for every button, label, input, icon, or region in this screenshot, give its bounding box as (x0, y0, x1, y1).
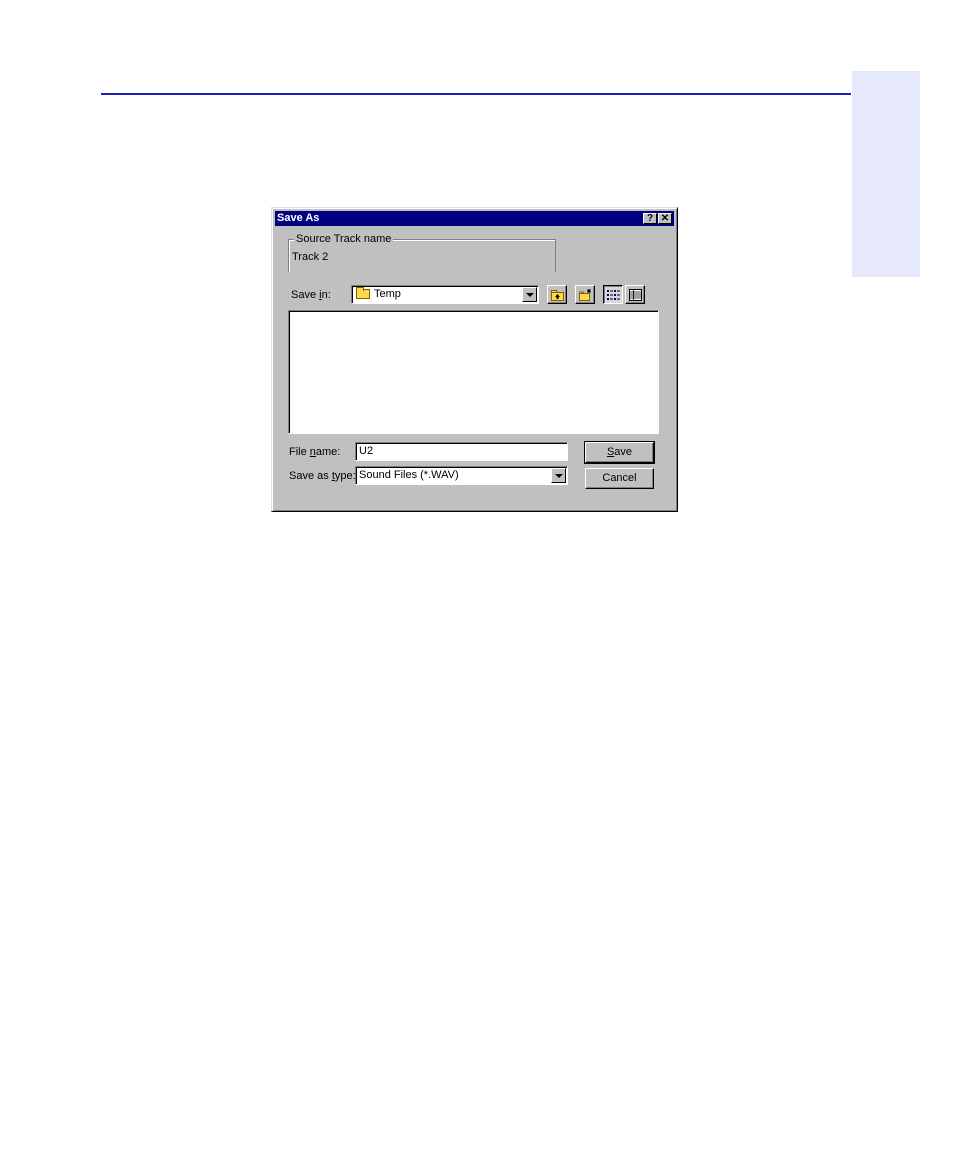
source-track-group: Source Track name Track 2 (288, 233, 556, 272)
save-as-type-label: Save as type: (289, 470, 356, 483)
up-one-level-icon (551, 290, 564, 301)
file-name-label-post: ame: (315, 446, 341, 458)
folder-icon (356, 287, 370, 299)
page-header-rule (101, 93, 851, 95)
file-list[interactable] (288, 310, 659, 434)
file-name-input[interactable]: U2 (355, 442, 568, 461)
save-in-label: Save in: (291, 289, 331, 302)
create-new-folder-button[interactable] (575, 285, 595, 304)
up-one-level-button[interactable] (547, 285, 567, 304)
title-bar[interactable]: Save As ? ✕ (275, 211, 674, 226)
save-as-type-dropdown[interactable]: Sound Files (*.WAV) (355, 466, 568, 485)
save-as-type-label-pre: Save as (289, 470, 332, 482)
save-in-value: Temp (374, 288, 401, 300)
details-view-button[interactable] (625, 285, 645, 304)
chapter-side-tab (852, 71, 920, 277)
create-new-folder-icon (579, 289, 591, 301)
save-as-type-value: Sound Files (*.WAV) (359, 469, 459, 481)
file-name-value: U2 (359, 445, 374, 457)
save-button-rest: ave (614, 446, 633, 458)
file-name-label-pre: File (289, 446, 310, 458)
close-button[interactable]: ✕ (658, 213, 672, 224)
save-in-label-pre: Save (291, 289, 320, 301)
save-in-dropdown-arrow[interactable] (522, 287, 537, 302)
file-name-label: File name: (289, 446, 340, 459)
source-track-value: Track 2 (292, 251, 329, 263)
cancel-button[interactable]: Cancel (585, 468, 654, 489)
help-button[interactable]: ? (643, 213, 657, 224)
list-view-button[interactable] (603, 285, 623, 304)
save-in-dropdown[interactable]: Temp (351, 285, 539, 304)
save-button[interactable]: Save (584, 441, 655, 464)
details-view-icon (629, 289, 642, 301)
save-as-type-label-post: ype: (334, 470, 356, 482)
save-as-dialog: Save As ? ✕ Source Track name Track 2 Sa… (271, 207, 678, 512)
dialog-title: Save As (277, 212, 320, 224)
source-track-legend: Source Track name (294, 233, 394, 245)
save-in-label-post: n: (321, 289, 331, 301)
save-as-type-dropdown-arrow[interactable] (551, 468, 566, 483)
list-view-icon (607, 290, 620, 300)
